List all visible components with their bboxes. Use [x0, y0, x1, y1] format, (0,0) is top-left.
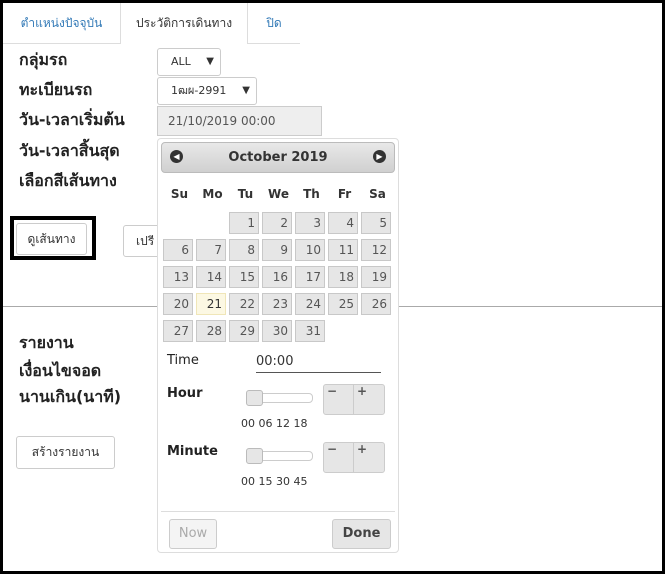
hour-plus-button[interactable]: + [354, 385, 384, 414]
done-button[interactable]: Done [332, 519, 391, 549]
weekday-mo: Mo [202, 187, 223, 201]
calendar-day[interactable]: 11 [328, 239, 358, 261]
calendar-day[interactable]: 17 [295, 266, 325, 288]
start-datetime-input[interactable]: 21/10/2019 00:00 [157, 106, 322, 136]
calendar-day[interactable]: 23 [262, 293, 292, 315]
calendar-day[interactable]: 27 [163, 320, 193, 342]
calendar-day[interactable]: 7 [196, 239, 226, 261]
create-report-button[interactable]: สร้างรายงาน [16, 436, 115, 469]
weekday-fr: Fr [337, 187, 352, 201]
group-label: กลุ่มรถ [19, 50, 68, 69]
tab-bar: ตำแหน่งปัจจุบัน ประวัติการเดินทาง ปิด [3, 3, 300, 44]
minute-label: Minute [167, 444, 218, 459]
calendar-day[interactable]: 20 [163, 293, 193, 315]
plate-label: ทะเบียนรถ [19, 80, 93, 99]
plate-select[interactable]: 1ฒผ-2991 ▼ [157, 77, 257, 105]
start-datetime-label: วัน-เวลาเริ่มต้น [19, 110, 125, 129]
calendar-day[interactable]: 16 [262, 266, 292, 288]
end-datetime-label: วัน-เวลาสิ้นสุด [19, 141, 120, 160]
next-month-icon[interactable]: ▶ [373, 150, 386, 163]
view-route-button[interactable]: ดูเส้นทาง [16, 223, 87, 255]
report-title: รายงาน [19, 333, 74, 352]
picker-header: ◀ October 2019 ▶ [161, 142, 395, 173]
chevron-down-icon: ▼ [242, 85, 250, 96]
calendar-day[interactable]: 9 [262, 239, 292, 261]
minute-plus-button[interactable]: + [354, 443, 384, 472]
weekday-su: Su [170, 187, 189, 201]
calendar-day[interactable]: 5 [361, 212, 391, 234]
calendar-day[interactable]: 4 [328, 212, 358, 234]
weekday-th: Th [303, 187, 320, 201]
route-color-label: เลือกสีเส้นทาง [19, 171, 117, 190]
calendar-day[interactable]: 28 [196, 320, 226, 342]
calendar-day[interactable]: 3 [295, 212, 325, 234]
chevron-down-icon: ▼ [206, 56, 214, 67]
minute-minus-button[interactable]: − [324, 443, 354, 472]
calendar-day[interactable]: 26 [361, 293, 391, 315]
minute-stepper[interactable]: − + [323, 442, 385, 473]
group-select-value: ALL [171, 55, 191, 68]
weekday-sa: Sa [369, 187, 386, 201]
calendar-day[interactable]: 12 [361, 239, 391, 261]
minute-slider-handle[interactable] [246, 448, 263, 464]
plate-select-value: 1ฒผ-2991 [171, 84, 227, 97]
calendar-day[interactable]: 1 [229, 212, 259, 234]
time-label: Time [167, 353, 199, 368]
hour-label: Hour [167, 386, 203, 401]
calendar-day[interactable]: 25 [328, 293, 358, 315]
group-select[interactable]: ALL ▼ [157, 48, 221, 76]
month-title: October 2019 [228, 150, 328, 165]
hour-slider[interactable] [246, 390, 313, 406]
calendar-day[interactable]: 10 [295, 239, 325, 261]
tab-travel-history[interactable]: ประวัติการเดินทาง [120, 3, 248, 44]
calendar-day[interactable]: 15 [229, 266, 259, 288]
hour-slider-handle[interactable] [246, 390, 263, 406]
hour-stepper[interactable]: − + [323, 384, 385, 415]
calendar-day[interactable]: 30 [262, 320, 292, 342]
calendar-day[interactable]: 29 [229, 320, 259, 342]
datetime-picker: ◀ October 2019 ▶ Su Mo Tu We Th Fr Sa 12345678… [157, 138, 399, 553]
tab-current-position[interactable]: ตำแหน่งปัจจุบัน [3, 3, 120, 43]
hour-minus-button[interactable]: − [324, 385, 354, 414]
calendar-day[interactable]: 18 [328, 266, 358, 288]
calendar-day[interactable]: 24 [295, 293, 325, 315]
app-frame: ตำแหน่งปัจจุบัน ประวัติการเดินทาง ปิด กล… [0, 0, 665, 574]
calendar-day[interactable]: 8 [229, 239, 259, 261]
calendar-day[interactable]: 31 [295, 320, 325, 342]
picker-footer-divider [161, 511, 395, 512]
parking-duration-label: นานเกิน(นาที) [19, 387, 122, 406]
calendar-day[interactable]: 6 [163, 239, 193, 261]
calendar-day[interactable]: 21 [196, 293, 226, 315]
weekday-tu: Tu [237, 187, 254, 201]
parking-condition-label: เงื่อนไขจอด [19, 361, 102, 380]
tab-close[interactable]: ปิด [248, 3, 300, 43]
minute-slider[interactable] [246, 448, 313, 464]
calendar-day[interactable]: 2 [262, 212, 292, 234]
minute-ticks: 00 15 30 45 [241, 475, 308, 488]
now-button[interactable]: Now [169, 519, 217, 549]
calendar-day[interactable]: 14 [196, 266, 226, 288]
calendar-day[interactable]: 22 [229, 293, 259, 315]
hour-ticks: 00 06 12 18 [241, 417, 308, 430]
weekday-we: We [268, 187, 289, 201]
calendar-day[interactable]: 19 [361, 266, 391, 288]
time-value: 00:00 [256, 352, 381, 373]
calendar-day[interactable]: 13 [163, 266, 193, 288]
